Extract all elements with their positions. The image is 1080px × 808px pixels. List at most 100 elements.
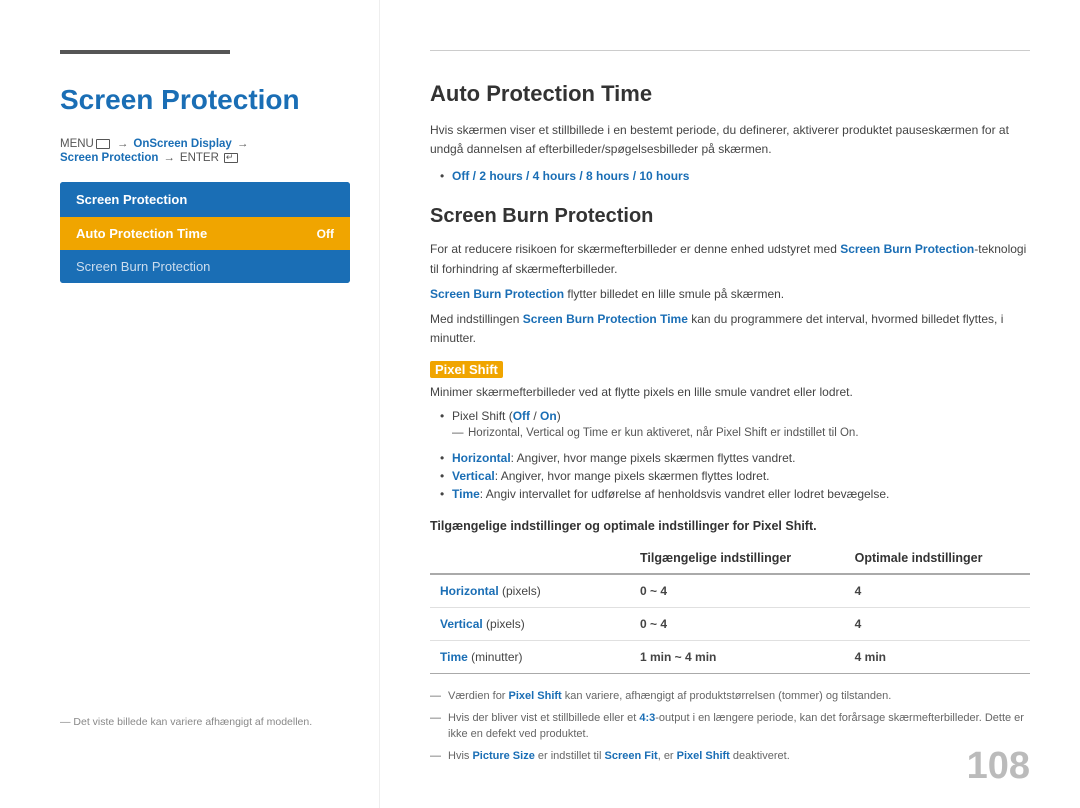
th-available: Tilgængelige indstillinger [630,543,845,574]
nav-onscreen: OnScreen Display [133,138,231,150]
nav-arrow-3: → [163,152,175,164]
bullet1-start: Pixel Shift ( [452,409,513,423]
bullet4-label: Time [452,487,480,501]
td-time-label: Time (minutter) [430,641,630,674]
menu-label: MENU [60,138,94,150]
nav-enter-label: ENTER [180,152,219,164]
top-bar-right [430,50,1030,51]
nav-arrow-2: → [237,138,249,150]
section2-body3: Med indstillingen Screen Burn Protection… [430,310,1030,348]
bullet-vertical: Vertical: Angiver, hvor mange pixels skæ… [440,467,1030,485]
table-head: Tilgængelige indstillinger Optimale inds… [430,543,1030,574]
footer-note-3: Hvis Picture Size er indstillet til Scre… [430,748,1030,765]
td-vertical-label: Vertical (pixels) [430,608,630,641]
section1-body: Hvis skærmen viser et stillbillede i en … [430,121,1030,159]
horizontal-suffix: (pixels) [502,584,541,598]
page-number: 108 [967,745,1030,788]
menu-item-auto-protection[interactable]: Auto Protection Time Off [60,217,350,250]
section1-options: Off / 2 hours / 4 hours / 8 hours / 10 h… [430,167,1030,185]
bullet-horizontal: Horizontal: Angiver, hvor mange pixels s… [440,449,1030,467]
left-footnote: Det viste billede kan variere afhængigt … [60,716,312,728]
th-label [430,543,630,574]
bullet-time: Time: Angiv intervallet for udførelse af… [440,485,1030,503]
section2-body1-text: For at reducere risikoen for skærmefterb… [430,242,840,256]
footer-note-1-highlight: Pixel Shift [509,690,562,702]
menu-box: Screen Protection Auto Protection Time O… [60,182,350,283]
bullet2-rest: : Angiver, hvor mange pixels skærmen fly… [511,451,796,465]
table-row: Time (minutter) 1 min ~ 4 min 4 min [430,641,1030,674]
table-row: Horizontal (pixels) 0 ~ 4 4 [430,574,1030,608]
td-horizontal-range: 0 ~ 4 [630,574,845,608]
footer-note-2-text: Hvis der bliver vist et stillbillede ell… [448,712,639,724]
pixel-shift-label: Pixel Shift [430,361,503,378]
menu-nav: MENU → OnScreen Display → Screen Protect… [60,138,349,164]
page-title: Screen Protection [60,84,349,116]
section2: Screen Burn Protection For at reducere r… [430,205,1030,764]
bullet4-rest: : Angiv intervallet for udførelse af hen… [480,487,890,501]
footer-note-3-picture: Picture Size [472,750,534,762]
bullet3-label: Vertical [452,469,495,483]
settings-table: Tilgængelige indstillinger Optimale inds… [430,543,1030,674]
left-panel: Screen Protection MENU → OnScreen Displa… [0,0,380,808]
bullet2-label: Horizontal [452,451,511,465]
footer-note-3-mid: er indstillet til [535,750,605,762]
footer-note-1-rest: kan variere, afhængigt af produktstørrel… [562,690,892,702]
table-row: Vertical (pixels) 0 ~ 4 4 [430,608,1030,641]
pixel-shift-heading: Pixel Shift [430,362,1030,377]
right-panel: Auto Protection Time Hvis skærmen viser … [380,0,1080,808]
pixel-shift-bullets: Pixel Shift (Off / On) Horizontal, Verti… [430,407,1030,503]
menu-item-label-auto: Auto Protection Time [76,226,207,241]
menu-icon [96,139,110,149]
pixel-shift-dash-note: Horizontal, Vertical og Time er kun akti… [452,427,1030,439]
section2-body2-rest: flytter billedet en lille smule på skærm… [564,287,784,301]
footer-note-3-rest: , er [658,750,677,762]
enter-icon [224,153,238,163]
section2-title: Screen Burn Protection [430,205,1030,228]
section2-body3-start: Med indstillingen [430,312,523,326]
vertical-suffix: (pixels) [486,617,525,631]
pixel-shift-body: Minimer skærmefterbilleder ved at flytte… [430,385,1030,399]
menu-box-header: Screen Protection [60,182,350,217]
footer-note-3-text: Hvis [448,750,472,762]
table-section: Tilgængelige indstillinger og optimale i… [430,519,1030,674]
menu-item-value-auto: Off [317,227,334,241]
td-horizontal-optimal: 4 [845,574,1030,608]
td-time-range: 1 min ~ 4 min [630,641,845,674]
section2-highlight1: Screen Burn Protection [840,242,974,256]
td-horizontal-label: Horizontal (pixels) [430,574,630,608]
menu-item-screen-burn[interactable]: Screen Burn Protection [60,250,350,283]
bullet1-off: Off [513,409,530,423]
th-optimal: Optimale indstillinger [845,543,1030,574]
section2-highlight2: Screen Burn Protection [430,287,564,301]
table-header-row: Tilgængelige indstillinger Optimale inds… [430,543,1030,574]
section2-body1: For at reducere risikoen for skærmefterb… [430,240,1030,278]
footer-note-3-end: deaktiveret. [730,750,790,762]
td-vertical-range: 0 ~ 4 [630,608,845,641]
nav-arrow-1: → [117,138,129,150]
footer-note-2-highlight: 4:3 [639,712,655,724]
time-suffix: (minutter) [471,650,522,664]
footer-note-3-screenfit: Screen Fit [605,750,658,762]
bullet1-slash: / [530,409,540,423]
horizontal-label: Horizontal [440,584,499,598]
nav-screen-protection: Screen Protection [60,152,158,164]
options-highlight: Off / 2 hours / 4 hours / 8 hours / 10 h… [452,169,689,183]
footer-note-1: Værdien for Pixel Shift kan variere, afh… [430,688,1030,705]
menu-item-label-burn: Screen Burn Protection [76,259,210,274]
section2-body2: Screen Burn Protection flytter billedet … [430,285,1030,304]
bullet1-on: On [540,409,557,423]
vertical-label: Vertical [440,617,483,631]
bullet1-end: ) [557,409,561,423]
footer-note-2: Hvis der bliver vist et stillbillede ell… [430,710,1030,743]
bullet3-rest: : Angiver, hvor mange pixels skærmen fly… [495,469,770,483]
footer-notes: Værdien for Pixel Shift kan variere, afh… [430,688,1030,764]
footer-note-3-pixel: Pixel Shift [677,750,730,762]
footer-note-1-text: Værdien for [448,690,509,702]
section2-highlight3: Screen Burn Protection Time [523,312,688,326]
section1-title: Auto Protection Time [430,81,1030,107]
top-bar-left [60,50,230,54]
table-intro: Tilgængelige indstillinger og optimale i… [430,519,1030,533]
time-label: Time [440,650,468,664]
td-time-optimal: 4 min [845,641,1030,674]
td-vertical-optimal: 4 [845,608,1030,641]
